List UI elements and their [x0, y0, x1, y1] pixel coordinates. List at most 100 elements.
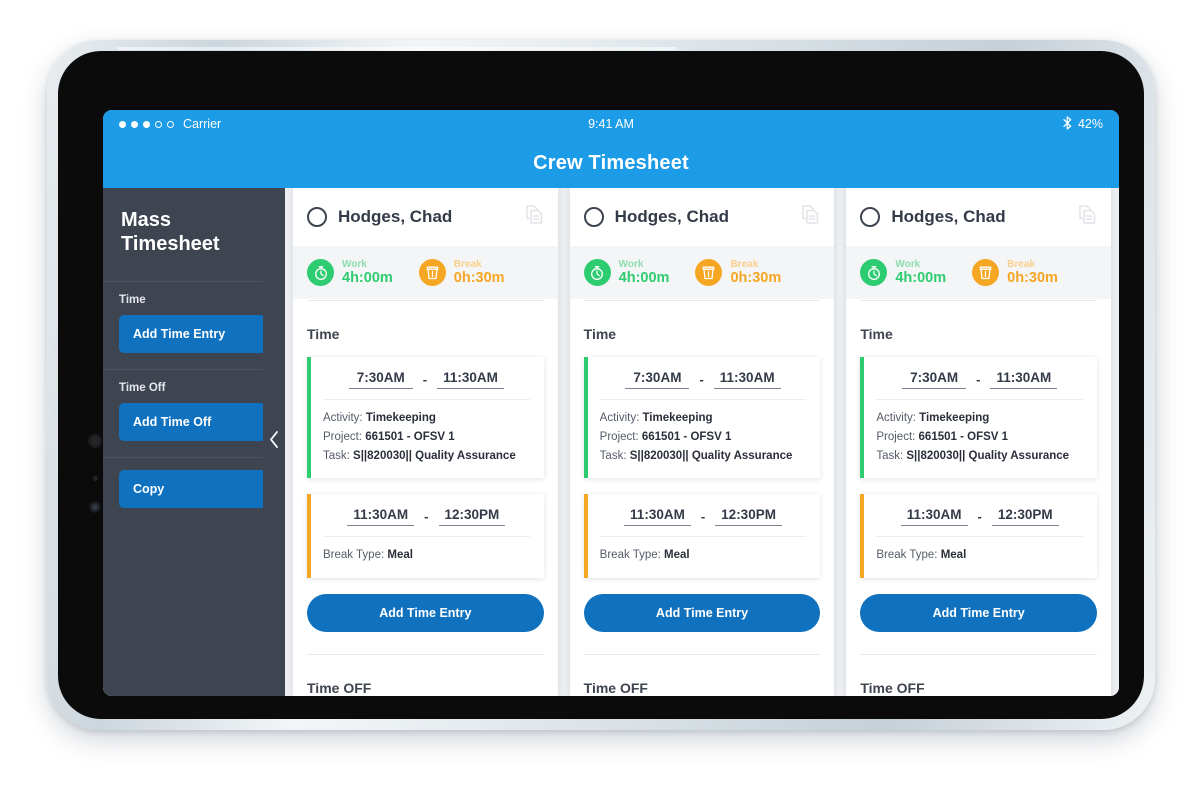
time-entry-work[interactable]: 7:30AM - 11:30AM Activity: Timekeeping Pr… [860, 357, 1098, 479]
status-clock: 9:41 AM [588, 117, 634, 131]
carrier-signal-group: Carrier [119, 117, 221, 131]
start-time-field[interactable]: 7:30AM [902, 370, 967, 390]
employee-card-header: Hodges, Chad [569, 188, 835, 246]
employee-name: Hodges, Chad [614, 207, 729, 226]
end-time-field[interactable]: 11:30AM [437, 370, 504, 390]
time-entry-break[interactable]: 11:30AM - 12:30PM Break Type: Meal [307, 494, 544, 578]
detail-line: Project: 661501 - OFSV 1 [876, 428, 1083, 447]
time-entries-list: 7:30AM - 11:30AM Activity: Timekeeping Pr… [307, 357, 544, 578]
app-body: Mass Timesheet Time Add Time Entry Time … [103, 188, 1119, 696]
summary-work-value: 4h:00m [895, 270, 947, 287]
summary-work-text: Work 4h:00m [895, 259, 946, 286]
tablet-device-frame: Carrier 9:41 AM 42% Crew Timesheet Mass … [47, 40, 1155, 730]
speaker-grill-icon [88, 434, 102, 448]
time-entry-details: Activity: Timekeeping Project: 661501 - O… [599, 399, 807, 465]
cup-icon [972, 259, 1000, 287]
detail-value: S||820030|| Quality Assurance [353, 449, 516, 462]
stopwatch-icon [307, 259, 334, 287]
detail-line: Activity: Timekeeping [600, 409, 807, 428]
end-time-field[interactable]: 12:30PM [991, 507, 1059, 527]
summary-work: Work 4h:00m [860, 259, 946, 287]
sidebar-section-copy: Copy [103, 458, 285, 524]
time-entry-break[interactable]: 11:30AM - 12:30PM Break Type: Meal [583, 494, 821, 578]
work-break-summary: Work 4h:00m Break 0h:30m [293, 246, 558, 301]
summary-break: Break 0h:30m [695, 259, 781, 287]
timeoff-section-title: Time OFF [583, 653, 821, 696]
start-time-field[interactable]: 11:30AM [900, 507, 968, 527]
time-range-separator: - [700, 509, 706, 525]
detail-line: Task: S||820030|| Quality Assurance [876, 447, 1083, 466]
detail-line: Activity: Timekeeping [323, 409, 530, 428]
add-time-entry-button[interactable]: Add Time Entry [119, 315, 269, 353]
summary-work-label: Work [618, 259, 644, 270]
detail-line: Break Type: Meal [600, 546, 807, 565]
detail-key: Task: [876, 449, 907, 462]
time-section-title: Time [583, 300, 821, 357]
end-time-field[interactable]: 11:30AM [713, 370, 781, 390]
employee-card-body: Time 7:30AM - 11:30AM Activity: Timekeep… [293, 300, 558, 696]
time-entries-list: 7:30AM - 11:30AM Activity: Timekeeping Pr… [583, 357, 821, 578]
start-time-field[interactable]: 11:30AM [624, 507, 691, 527]
select-employee-radio[interactable] [860, 207, 881, 227]
add-time-off-button[interactable]: Add Time Off [119, 403, 269, 441]
detail-value: Timekeeping [365, 412, 436, 425]
time-entry-details: Activity: Timekeeping Project: 661501 - O… [876, 399, 1084, 466]
stopwatch-icon [860, 259, 888, 287]
time-entry-work[interactable]: 7:30AM - 11:30AM Activity: Timekeeping Pr… [307, 357, 544, 479]
employee-card-1: Hodges, Chad Work 4h:00m Break 0h:30m Ti… [293, 188, 558, 696]
card-add-time-entry-button[interactable]: Add Time Entry [307, 593, 544, 632]
start-time-field[interactable]: 11:30AM [347, 507, 415, 527]
start-time-field[interactable]: 7:30AM [625, 370, 690, 390]
time-range-row: 11:30AM - 12:30PM [600, 507, 807, 536]
summary-work-value: 4h:00m [618, 270, 670, 287]
time-entry-break[interactable]: 11:30AM - 12:30PM Break Type: Meal [860, 494, 1098, 578]
end-time-field[interactable]: 12:30PM [438, 507, 506, 527]
detail-line: Break Type: Meal [876, 546, 1083, 565]
summary-break-text: Break 0h:30m [1007, 259, 1058, 286]
employee-name: Hodges, Chad [338, 207, 453, 226]
card-add-time-entry-button[interactable]: Add Time Entry [860, 593, 1098, 632]
time-range-row: 11:30AM - 12:30PM [323, 507, 530, 536]
chevron-left-icon [269, 431, 279, 453]
detail-value: S||820030|| Quality Assurance [906, 449, 1070, 462]
signal-dot-empty-icon [155, 120, 162, 128]
time-range-separator: - [977, 509, 982, 525]
employee-card-body: Time 7:30AM - 11:30AM Activity: Timekeep… [846, 300, 1111, 696]
start-time-field[interactable]: 7:30AM [348, 370, 413, 390]
detail-value: 661501 - OFSV 1 [918, 431, 1009, 444]
copy-document-icon[interactable] [1078, 204, 1097, 230]
time-range-row: 7:30AM - 11:30AM [600, 370, 807, 399]
detail-value: Timekeeping [919, 412, 990, 425]
device-screen: Carrier 9:41 AM 42% Crew Timesheet Mass … [103, 110, 1119, 696]
detail-line: Task: S||820030|| Quality Assurance [323, 447, 530, 466]
copy-button[interactable]: Copy [119, 470, 269, 508]
time-entry-work[interactable]: 7:30AM - 11:30AM Activity: Timekeeping Pr… [583, 357, 821, 479]
time-entry-details: Break Type: Meal [876, 536, 1084, 565]
summary-work: Work 4h:00m [583, 259, 670, 287]
detail-key: Project: [876, 431, 919, 444]
time-range-row: 7:30AM - 11:30AM [876, 370, 1083, 399]
summary-work-label: Work [895, 259, 921, 270]
select-employee-radio[interactable] [583, 207, 604, 227]
end-time-field[interactable]: 11:30AM [990, 370, 1058, 390]
time-section-title: Time [860, 300, 1098, 357]
stopwatch-icon [583, 259, 611, 287]
time-entry-details: Break Type: Meal [599, 536, 807, 565]
copy-document-icon[interactable] [525, 204, 544, 230]
detail-value: S||820030|| Quality Assurance [629, 449, 793, 462]
end-time-field[interactable]: 12:30PM [715, 507, 782, 527]
timeoff-section-title: Time OFF [307, 653, 544, 696]
signal-dot-empty-icon [167, 120, 174, 128]
card-add-time-entry-button[interactable]: Add Time Entry [583, 593, 821, 632]
select-employee-radio[interactable] [307, 207, 327, 227]
copy-document-icon[interactable] [801, 204, 820, 230]
front-camera-icon [89, 501, 101, 513]
timeoff-section-title: Time OFF [860, 653, 1098, 696]
time-range-separator: - [699, 372, 704, 388]
sidebar-collapse-toggle[interactable] [263, 188, 285, 696]
employee-card-3: Hodges, Chad Work 4h:00m Break 0h:30m Ti… [846, 188, 1112, 696]
detail-key: Activity: [876, 412, 920, 425]
detail-key: Activity: [323, 412, 366, 425]
detail-key: Break Type: [876, 549, 941, 562]
summary-work-value: 4h:00m [342, 270, 393, 287]
